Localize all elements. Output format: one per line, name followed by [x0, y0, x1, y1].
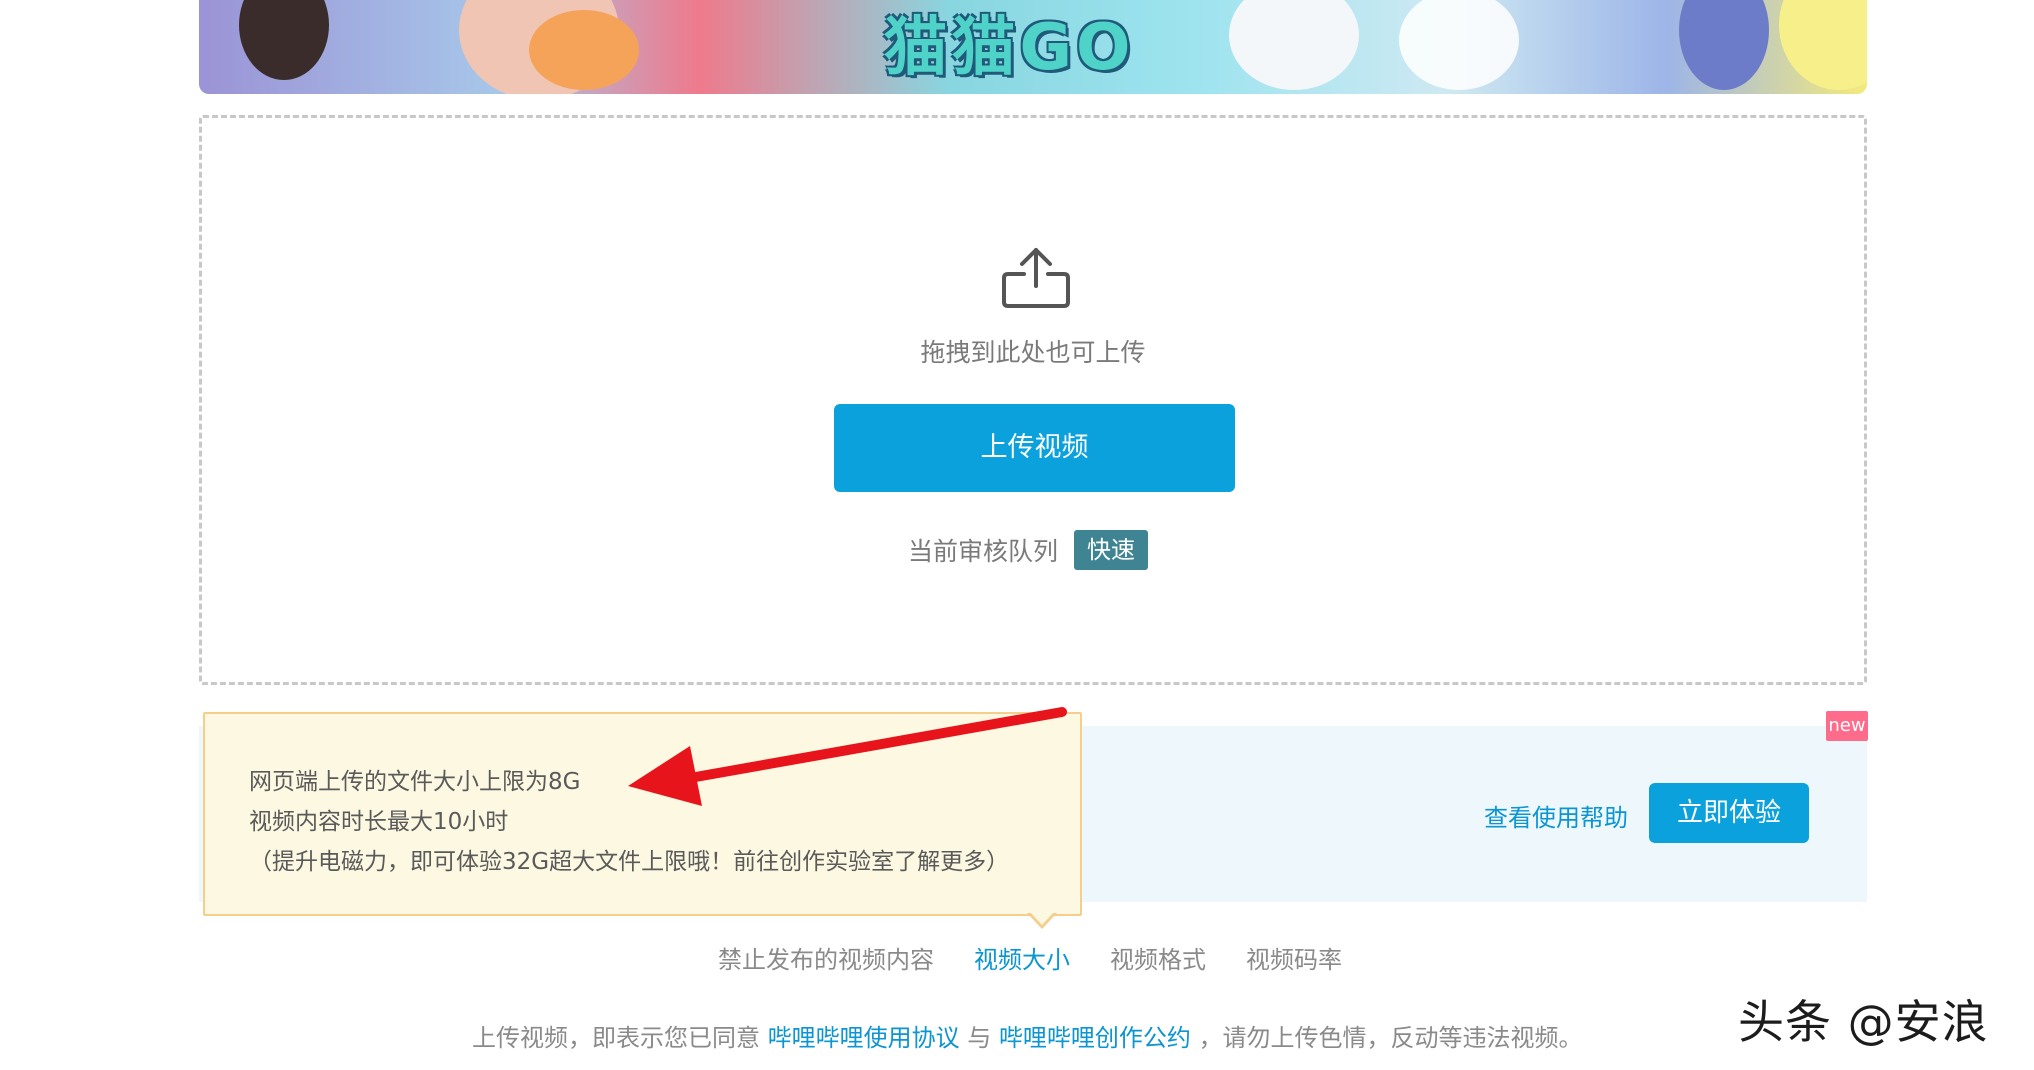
new-badge: new: [1826, 711, 1868, 741]
review-queue-status-badge: 快速: [1074, 530, 1149, 570]
footer-suffix: ，请勿上传色情，反动等违法视频。: [1198, 1024, 1583, 1052]
tab-video-format[interactable]: 视频格式: [1110, 940, 1206, 975]
creator-convention-link[interactable]: 哔哩哔哩创作公约: [999, 1024, 1191, 1052]
usage-agreement-link[interactable]: 哔哩哔哩使用协议: [768, 1024, 960, 1052]
banner-title: 猫猫GO: [883, 11, 1135, 85]
view-help-link[interactable]: 查看使用帮助: [1484, 798, 1628, 833]
promo-banner[interactable]: 猫猫GO: [199, 0, 1867, 94]
tooltip-file-size-limit: 网页端上传的文件大小上限为8G: [249, 769, 581, 795]
upload-video-button[interactable]: 上传视频: [834, 404, 1235, 492]
video-size-tooltip: 网页端上传的文件大小上限为8G 视频内容时长最大10小时 （提升电磁力，即可体验…: [203, 712, 1082, 916]
upload-icon: [1002, 248, 1070, 308]
try-now-button[interactable]: 立即体验: [1649, 783, 1809, 843]
agreement-footer: 上传视频，即表示您已同意 哔哩哔哩使用协议 与 哔哩哔哩创作公约 ，请勿上传色情…: [472, 1018, 1583, 1053]
upload-dropzone[interactable]: 拖拽到此处也可上传 上传视频 当前审核队列 快速: [199, 115, 1867, 685]
drag-hint-text: 拖拽到此处也可上传: [920, 338, 1146, 367]
banner-decoration-left: [1679, 0, 1769, 90]
tooltip-duration-limit: 视频内容时长最大10小时: [249, 809, 509, 835]
review-queue-row: 当前审核队列 快速: [908, 530, 1149, 570]
banner-corgi-illustration: [529, 10, 639, 90]
tab-video-bitrate[interactable]: 视频码率: [1246, 940, 1342, 975]
review-queue-label: 当前审核队列: [908, 537, 1059, 566]
tab-video-size[interactable]: 视频大小: [974, 940, 1070, 975]
banner-decoration-right: [1779, 0, 1867, 90]
banner-white-cat-illustration: [1229, 0, 1359, 90]
tooltip-pointer-fill: [1030, 912, 1054, 925]
tooltip-upgrade-note: （提升电磁力，即可体验32G超大文件上限哦！前往创作实验室了解更多）: [249, 849, 1010, 875]
footer-prefix: 上传视频，即表示您已同意: [472, 1024, 760, 1052]
upload-page: 猫猫GO 拖拽到此处也可上传 上传视频 当前审核队列 快速 new 查看使用帮助…: [0, 0, 2034, 1070]
banner-white-dog-illustration: [1399, 0, 1519, 90]
tab-prohibited-content[interactable]: 禁止发布的视频内容: [718, 940, 934, 975]
footer-conjunction: 与: [967, 1024, 992, 1052]
banner-dog-illustration: [239, 0, 329, 80]
upload-rules-tabs: 禁止发布的视频内容 视频大小 视频格式 视频码率: [718, 940, 1382, 975]
source-watermark: 头条 @安浪: [1738, 995, 1989, 1049]
